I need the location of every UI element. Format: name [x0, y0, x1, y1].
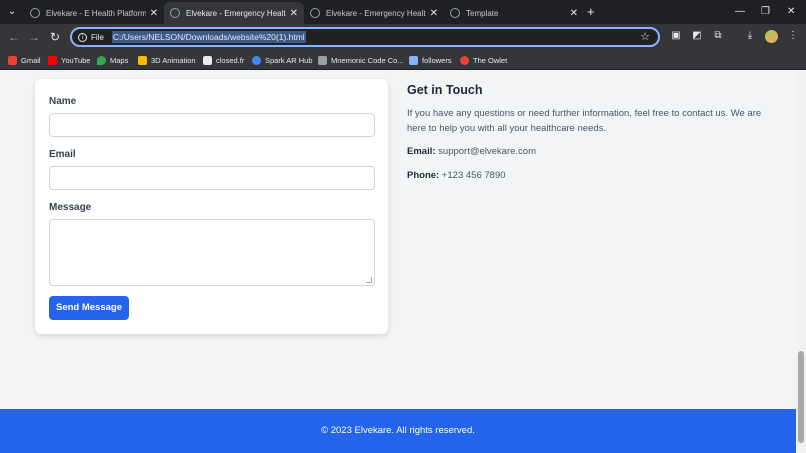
- bookmark-label: Maps: [110, 55, 129, 65]
- info-icon: i: [78, 32, 87, 42]
- new-tab-icon[interactable]: +: [587, 4, 595, 20]
- restore-icon[interactable]: ❐: [761, 4, 770, 20]
- contact-description: If you have any questions or need furthe…: [407, 108, 762, 134]
- bookmark-spark-ar-hub[interactable]: Spark AR Hub: [252, 53, 313, 67]
- extension-icon[interactable]: ◩: [690, 29, 704, 43]
- bookmarks-bar: Gmail YouTube Maps 3D Animation closed.f…: [0, 50, 806, 70]
- contact-form-card: Name Email Message Send Message: [35, 79, 388, 334]
- bookmark-label: The Owlet: [473, 55, 508, 65]
- bookmark-maps[interactable]: Maps: [97, 53, 128, 67]
- name-label: Name: [49, 96, 77, 107]
- close-tab-icon[interactable]: ✕: [150, 8, 158, 19]
- bookmark-3d-animation[interactable]: 3D Animation: [138, 53, 196, 67]
- email-value: support@elvekare.com: [438, 146, 536, 157]
- phone-key: Phone:: [407, 170, 440, 181]
- email-key: Email:: [407, 146, 436, 157]
- get-in-touch-heading: Get in Touch: [407, 83, 483, 97]
- bookmark-closed-fr[interactable]: closed.fr: [203, 53, 244, 67]
- bookmark-the-owlet[interactable]: The Owlet: [460, 53, 507, 67]
- message-textarea[interactable]: [49, 219, 375, 286]
- bookmark-label: closed.fr: [216, 55, 245, 65]
- browser-toolbar: ← → ↻ i File C:/Users/NELSON/Downloads/w…: [0, 24, 806, 50]
- bookmark-label: followers: [422, 55, 452, 65]
- minimize-icon[interactable]: —: [735, 4, 745, 20]
- tab-title: Elvekare - Emergency Healthcare: [186, 8, 286, 18]
- close-window-icon[interactable]: ✕: [787, 4, 795, 20]
- bookmark-label: YouTube: [61, 55, 91, 65]
- extensions-puzzle-icon[interactable]: ⧉: [711, 29, 725, 43]
- tab-title: Template: [466, 8, 499, 18]
- followers-icon: [409, 55, 418, 65]
- animation-icon: [138, 55, 147, 65]
- page-viewport: Name Email Message Send Message Get in T…: [0, 71, 796, 453]
- forward-icon[interactable]: →: [26, 29, 42, 45]
- globe-icon: [170, 8, 180, 18]
- site-info-chip[interactable]: i File: [78, 32, 104, 42]
- resize-handle-icon[interactable]: [366, 277, 372, 283]
- gmail-icon: [8, 55, 17, 65]
- reload-icon[interactable]: ↻: [47, 29, 63, 45]
- mnemonic-icon: [318, 55, 327, 65]
- close-tab-icon[interactable]: ✕: [290, 8, 298, 19]
- tab-search-icon[interactable]: ⌄: [4, 4, 20, 20]
- url-text[interactable]: C:/Users/NELSON/Downloads/website%20(1).…: [111, 31, 306, 43]
- globe-icon: [450, 8, 460, 18]
- bookmark-star-icon[interactable]: ☆: [640, 30, 650, 43]
- site-info-label: File: [91, 32, 104, 42]
- bookmark-followers[interactable]: followers: [409, 53, 452, 67]
- phone-value: +123 456 7890: [441, 170, 506, 181]
- download-icon[interactable]: ⤓: [743, 29, 757, 43]
- contact-email-line: Email: support@elvekare.com: [407, 146, 536, 157]
- tab-bar: ⌄ Elvekare - E Health Platform fo ✕ Elve…: [0, 0, 806, 24]
- email-label: Email: [49, 149, 76, 160]
- message-label: Message: [49, 202, 92, 213]
- profile-avatar[interactable]: [765, 30, 778, 43]
- name-input[interactable]: [49, 113, 375, 137]
- globe-icon: [310, 8, 320, 18]
- tab-elvekare-emergency-active[interactable]: Elvekare - Emergency Healthcare ✕: [164, 2, 304, 24]
- bookmark-label: Gmail: [21, 55, 41, 65]
- close-tab-icon[interactable]: ✕: [570, 8, 578, 19]
- address-bar[interactable]: i File C:/Users/NELSON/Downloads/website…: [70, 27, 660, 47]
- bookmark-gmail[interactable]: Gmail: [8, 53, 41, 67]
- tab-template[interactable]: Template ✕: [444, 2, 584, 24]
- bookmark-label: Mnemonic Code Co...: [331, 55, 404, 65]
- youtube-icon: [48, 55, 57, 65]
- tab-elvekare-health-platform[interactable]: Elvekare - E Health Platform fo ✕: [24, 2, 164, 24]
- bookmark-youtube[interactable]: YouTube: [48, 53, 90, 67]
- bookmark-label: 3D Animation: [151, 55, 196, 65]
- closed-fr-icon: [203, 55, 212, 65]
- maps-icon: [97, 55, 106, 65]
- send-message-button[interactable]: Send Message: [49, 296, 129, 320]
- spark-ar-icon: [252, 55, 261, 65]
- back-icon[interactable]: ←: [6, 29, 22, 45]
- scrollbar-thumb[interactable]: [798, 351, 804, 443]
- owlet-icon: [460, 55, 469, 65]
- screenshot-icon[interactable]: ▣: [669, 29, 683, 43]
- bookmark-mnemonic-code[interactable]: Mnemonic Code Co...: [318, 53, 404, 67]
- contact-phone-line: Phone: +123 456 7890: [407, 170, 506, 181]
- bookmark-label: Spark AR Hub: [265, 55, 313, 65]
- email-input[interactable]: [49, 166, 375, 190]
- tab-title: Elvekare - E Health Platform fo: [46, 8, 146, 18]
- tab-elvekare-emergency[interactable]: Elvekare - Emergency Healthcare ✕: [304, 2, 444, 24]
- close-tab-icon[interactable]: ✕: [430, 8, 438, 19]
- globe-icon: [30, 8, 40, 18]
- page-footer: © 2023 Elvekare. All rights reserved.: [0, 409, 796, 453]
- tab-title: Elvekare - Emergency Healthcare: [326, 8, 426, 18]
- menu-kebab-icon[interactable]: ⋮: [786, 29, 800, 43]
- page-scrollbar[interactable]: [796, 71, 806, 453]
